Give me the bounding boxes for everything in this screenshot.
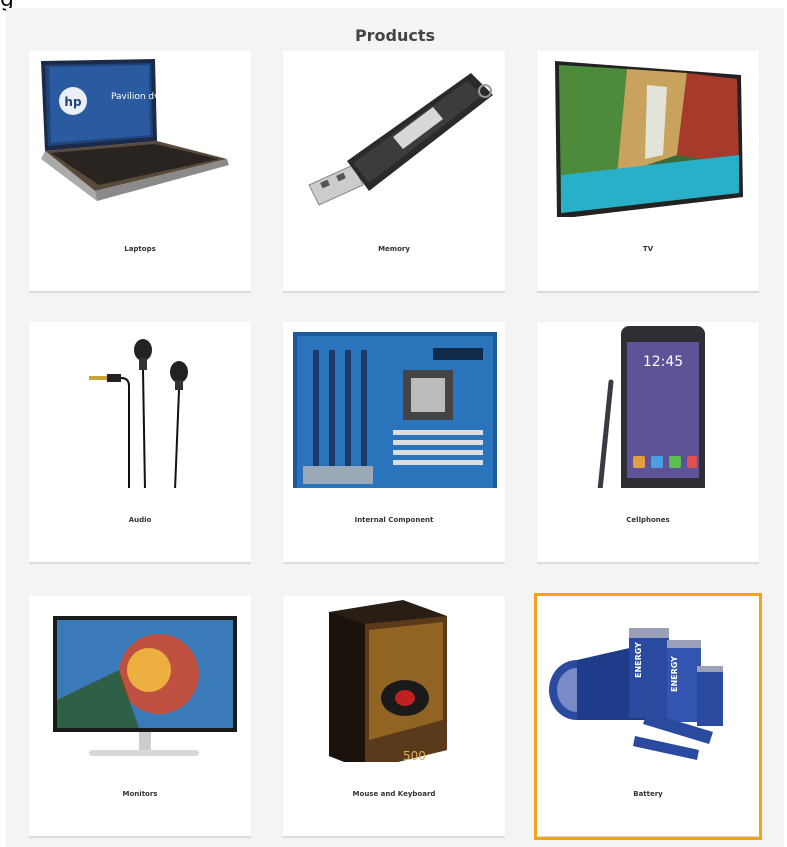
product-label: TV (642, 245, 654, 253)
page-title: Products (354, 26, 436, 45)
product-card-internal-component[interactable]: Internal Component (283, 322, 505, 563)
svg-text:12:45: 12:45 (643, 354, 683, 370)
product-card-mouse-and-keyboard[interactable]: 500 Mouse and Keyboard (283, 596, 505, 837)
monitor-icon (53, 616, 237, 756)
product-label: Mouse and Keyboard (352, 790, 436, 798)
product-label: Laptops (124, 245, 156, 253)
usb-drive-icon (308, 73, 493, 206)
product-card-audio[interactable]: Audio (29, 322, 251, 563)
svg-text:ENERGY: ENERGY (670, 656, 679, 692)
product-card-battery[interactable]: ENERGY ENERGY Battery (534, 593, 762, 840)
laptop-icon: hp Pavilion dv6 (41, 59, 229, 201)
products-panel: Products hp Pavilion dv6 Laptops Memory (6, 8, 784, 847)
product-label: Monitors (122, 790, 158, 798)
earphones-icon (89, 339, 188, 488)
svg-text:Pavilion dv6: Pavilion dv6 (111, 92, 165, 102)
mouse-box-icon: 500 (329, 600, 447, 762)
product-card-cellphones[interactable]: 12:45 Cellphones (537, 322, 759, 563)
smartphone-icon: 12:45 (597, 326, 705, 488)
battery-icon: ENERGY ENERGY (549, 628, 723, 760)
product-label: Memory (378, 245, 410, 253)
svg-text:hp: hp (64, 95, 82, 109)
product-card-monitors[interactable]: Monitors (29, 596, 251, 837)
svg-text:ENERGY: ENERGY (634, 642, 643, 678)
product-label: Audio (128, 516, 152, 524)
svg-text:500: 500 (403, 749, 426, 762)
product-card-memory[interactable]: Memory (283, 51, 505, 292)
product-label: Internal Component (354, 516, 434, 524)
product-card-laptops[interactable]: hp Pavilion dv6 Laptops (29, 51, 251, 292)
product-card-tv[interactable]: TV (537, 51, 759, 292)
product-label: Cellphones (626, 516, 670, 524)
motherboard-icon (293, 332, 497, 488)
tv-icon (555, 61, 743, 217)
product-label: Battery (633, 790, 663, 798)
